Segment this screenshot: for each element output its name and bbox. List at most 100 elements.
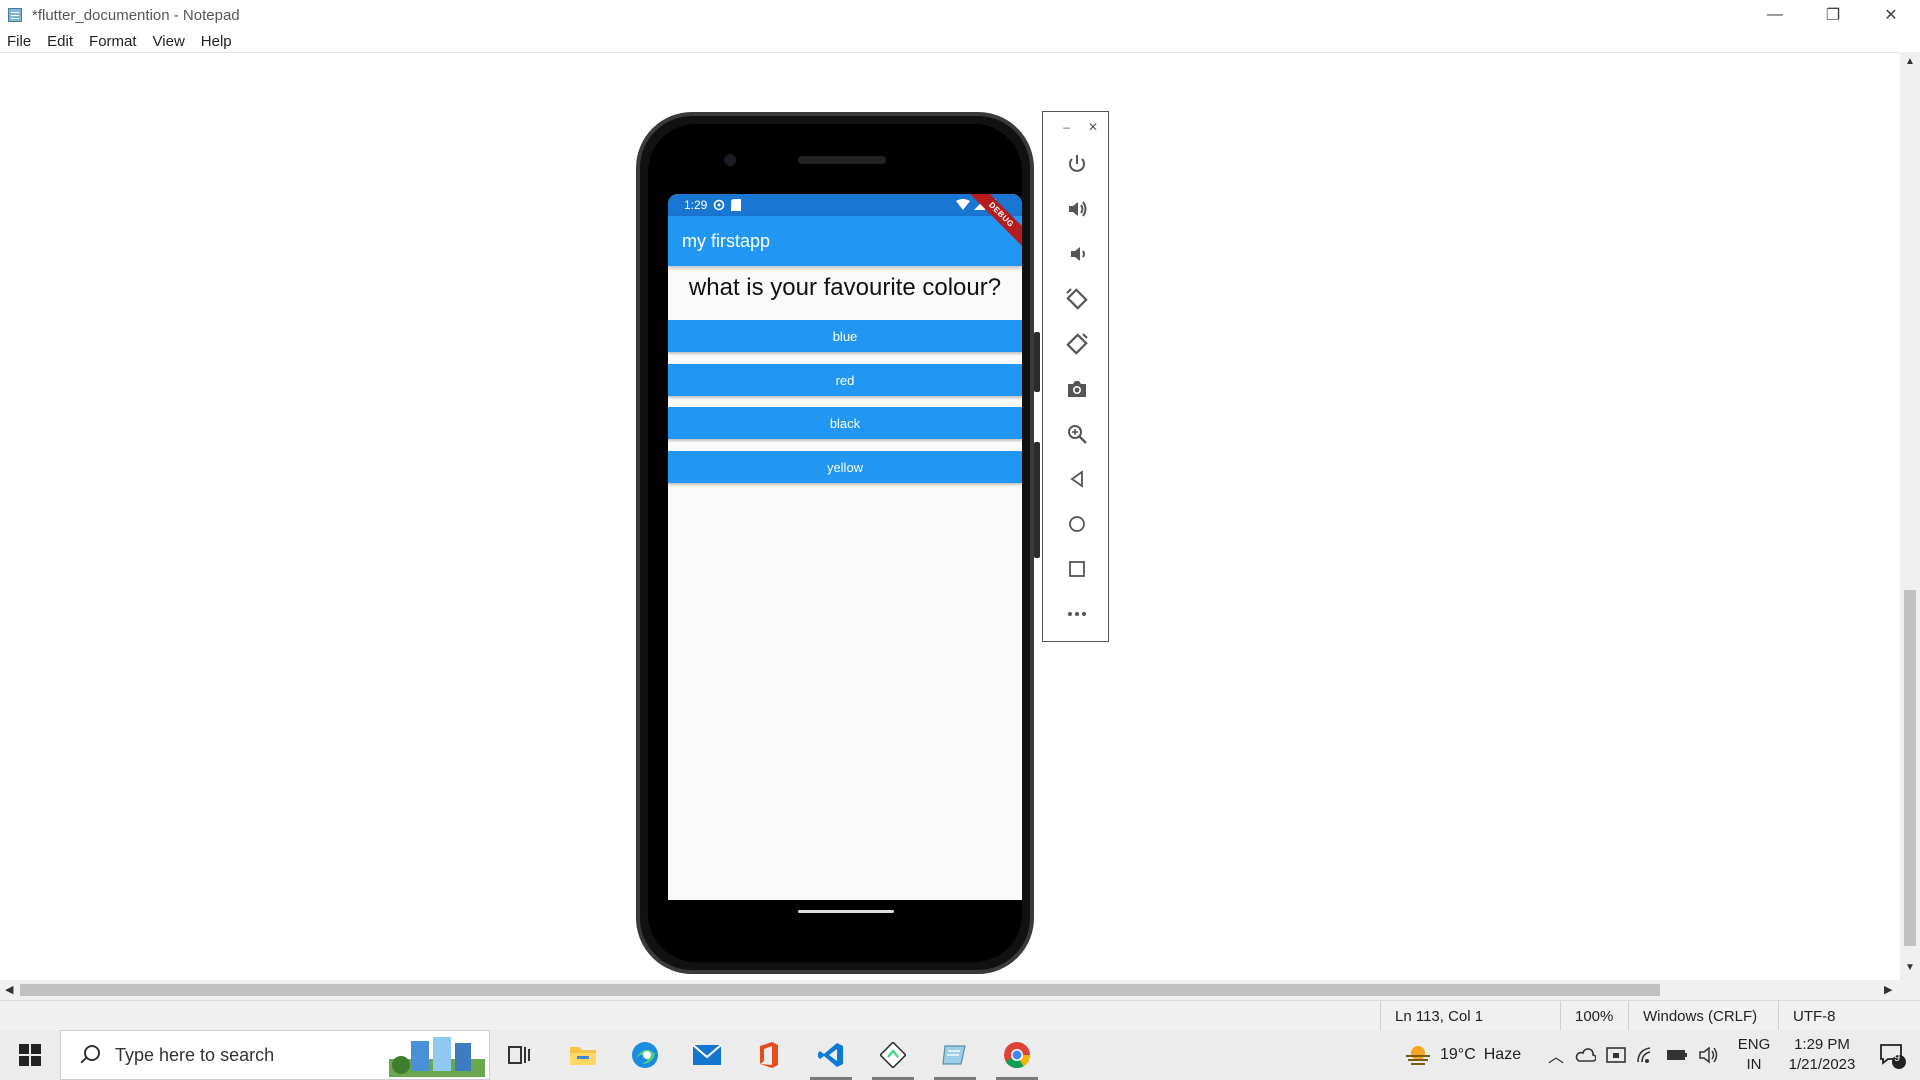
vscode-icon <box>818 1043 843 1067</box>
menu-edit[interactable]: Edit <box>47 33 73 50</box>
folder-icon <box>570 1047 596 1065</box>
notepad-button[interactable] <box>928 1035 982 1080</box>
chrome-icon <box>1004 1042 1031 1069</box>
rotate-right-icon <box>1066 333 1088 355</box>
onedrive-icon[interactable] <box>1574 1048 1597 1062</box>
notepad-icon <box>6 7 24 23</box>
scroll-down-icon[interactable]: ▼ <box>1904 962 1916 973</box>
line-ending: Windows (CRLF) <box>1628 1001 1778 1031</box>
answer-button-red[interactable]: red <box>668 364 1022 396</box>
zoom-button[interactable] <box>1059 416 1095 452</box>
home-icon <box>1069 516 1085 532</box>
back-button[interactable] <box>1059 461 1095 497</box>
search-highlight-illustration-icon <box>389 1037 485 1077</box>
power-button[interactable] <box>1059 146 1095 182</box>
settings-gear-icon <box>714 199 725 211</box>
volume-up-icon <box>1069 201 1087 217</box>
language-indicator[interactable]: ENG IN <box>1732 1030 1776 1080</box>
office-button[interactable] <box>742 1035 796 1075</box>
clock-time: 1:29 PM <box>1794 1036 1850 1053</box>
app-bar: my firstapp <box>668 216 1022 266</box>
menu-format[interactable]: Format <box>89 33 137 50</box>
chrome-button[interactable] <box>990 1035 1044 1080</box>
home-button[interactable] <box>1059 506 1095 542</box>
question-text: what is your favourite colour? <box>688 274 1002 301</box>
emulator-toolbar: – ✕ <box>1042 111 1109 642</box>
close-icon: ✕ <box>1884 7 1898 24</box>
more-button[interactable] <box>1059 596 1095 632</box>
camera-icon <box>1068 381 1086 397</box>
start-button[interactable] <box>0 1030 60 1080</box>
menu-bar: File Edit Format View Help <box>0 30 1920 52</box>
notification-center-button[interactable]: 9 <box>1870 1030 1914 1080</box>
answer-button-yellow[interactable]: yellow <box>668 451 1022 483</box>
rotate-left-button[interactable] <box>1059 281 1095 317</box>
vertical-scroll-thumb[interactable] <box>1904 590 1916 946</box>
weather-widget[interactable]: 19°C Haze <box>1404 1030 1521 1080</box>
android-studio-button[interactable] <box>866 1035 920 1080</box>
security-icon[interactable] <box>1606 1046 1626 1064</box>
scroll-left-icon[interactable]: ◀ <box>5 983 13 996</box>
search-icon <box>77 1043 101 1067</box>
scroll-up-icon[interactable]: ▲ <box>1904 56 1916 67</box>
volume-up-button[interactable] <box>1059 191 1095 227</box>
window-title: *flutter_documention - Notepad <box>32 6 240 24</box>
menu-file[interactable]: File <box>7 33 31 50</box>
phone-screen: 1:29 my firstapp DEBUG what is your favo… <box>668 194 1022 900</box>
weather-temp: 19°C <box>1440 1046 1476 1063</box>
gesture-home-bar[interactable] <box>798 910 894 913</box>
edge-icon <box>632 1042 658 1068</box>
clock-date: 1/21/2023 <box>1788 1056 1856 1073</box>
speaker-icon[interactable] <box>1698 1046 1720 1064</box>
earpiece <box>798 156 886 164</box>
clock[interactable]: 1:29 PM 1/21/2023 <box>1780 1030 1864 1080</box>
horizontal-scrollbar[interactable]: ◀ ▶ <box>0 980 1900 1000</box>
power-icon <box>1069 155 1085 172</box>
task-view-icon <box>508 1046 530 1064</box>
back-icon <box>1070 470 1083 488</box>
answer-button-blue[interactable]: blue <box>668 320 1022 352</box>
battery-tray-icon[interactable] <box>1666 1048 1688 1062</box>
volume-down-button[interactable] <box>1059 236 1095 272</box>
horizontal-scroll-thumb[interactable] <box>20 984 1660 996</box>
search-placeholder: Type here to search <box>115 1044 275 1065</box>
minimize-button[interactable]: — <box>1746 0 1804 30</box>
windows-icon <box>19 1044 41 1066</box>
phone-volume-key <box>1034 442 1040 558</box>
file-explorer-button[interactable] <box>556 1035 610 1075</box>
edge-browser-button[interactable] <box>618 1035 672 1075</box>
notification-count: 9 <box>1894 1052 1901 1064</box>
vertical-scrollbar[interactable]: ▲ ▼ <box>1900 52 1920 980</box>
mail-button[interactable] <box>680 1035 734 1075</box>
cursor-position: Ln 113, Col 1 <box>1380 1001 1560 1031</box>
sd-card-icon <box>731 199 742 211</box>
emulator-close-button[interactable]: ✕ <box>1088 120 1098 140</box>
wifi-tray-icon[interactable] <box>1636 1046 1656 1064</box>
screenshot-button[interactable] <box>1059 371 1095 407</box>
android-status-bar: 1:29 <box>668 194 1022 216</box>
menu-view[interactable]: View <box>153 33 185 50</box>
taskbar-search[interactable]: Type here to search <box>60 1030 490 1080</box>
region-code: IN <box>1746 1056 1762 1073</box>
scroll-corner <box>1900 980 1920 1000</box>
vscode-button[interactable] <box>804 1035 858 1080</box>
wifi-icon <box>956 198 970 210</box>
rotate-right-button[interactable] <box>1059 326 1095 362</box>
overview-icon <box>1069 561 1085 577</box>
mail-icon <box>692 1044 722 1065</box>
app-title: my firstapp <box>682 230 771 251</box>
emulator-minimize-button[interactable]: – <box>1063 120 1070 140</box>
restore-icon: ❐ <box>1825 7 1841 24</box>
chevron-up-icon[interactable]: ︿ <box>1548 1043 1564 1067</box>
office-icon <box>760 1042 778 1068</box>
menu-help[interactable]: Help <box>201 33 232 50</box>
notification-icon <box>1880 1044 1906 1069</box>
task-view-button[interactable] <box>492 1035 546 1075</box>
close-button[interactable]: ✕ <box>1862 0 1920 30</box>
minimize-icon: — <box>1767 6 1783 23</box>
answer-button-black[interactable]: black <box>668 407 1022 439</box>
restore-button[interactable]: ❐ <box>1804 0 1862 30</box>
overview-button[interactable] <box>1059 551 1095 587</box>
scroll-right-icon[interactable]: ▶ <box>1884 983 1892 996</box>
phone-power-key <box>1034 332 1040 392</box>
